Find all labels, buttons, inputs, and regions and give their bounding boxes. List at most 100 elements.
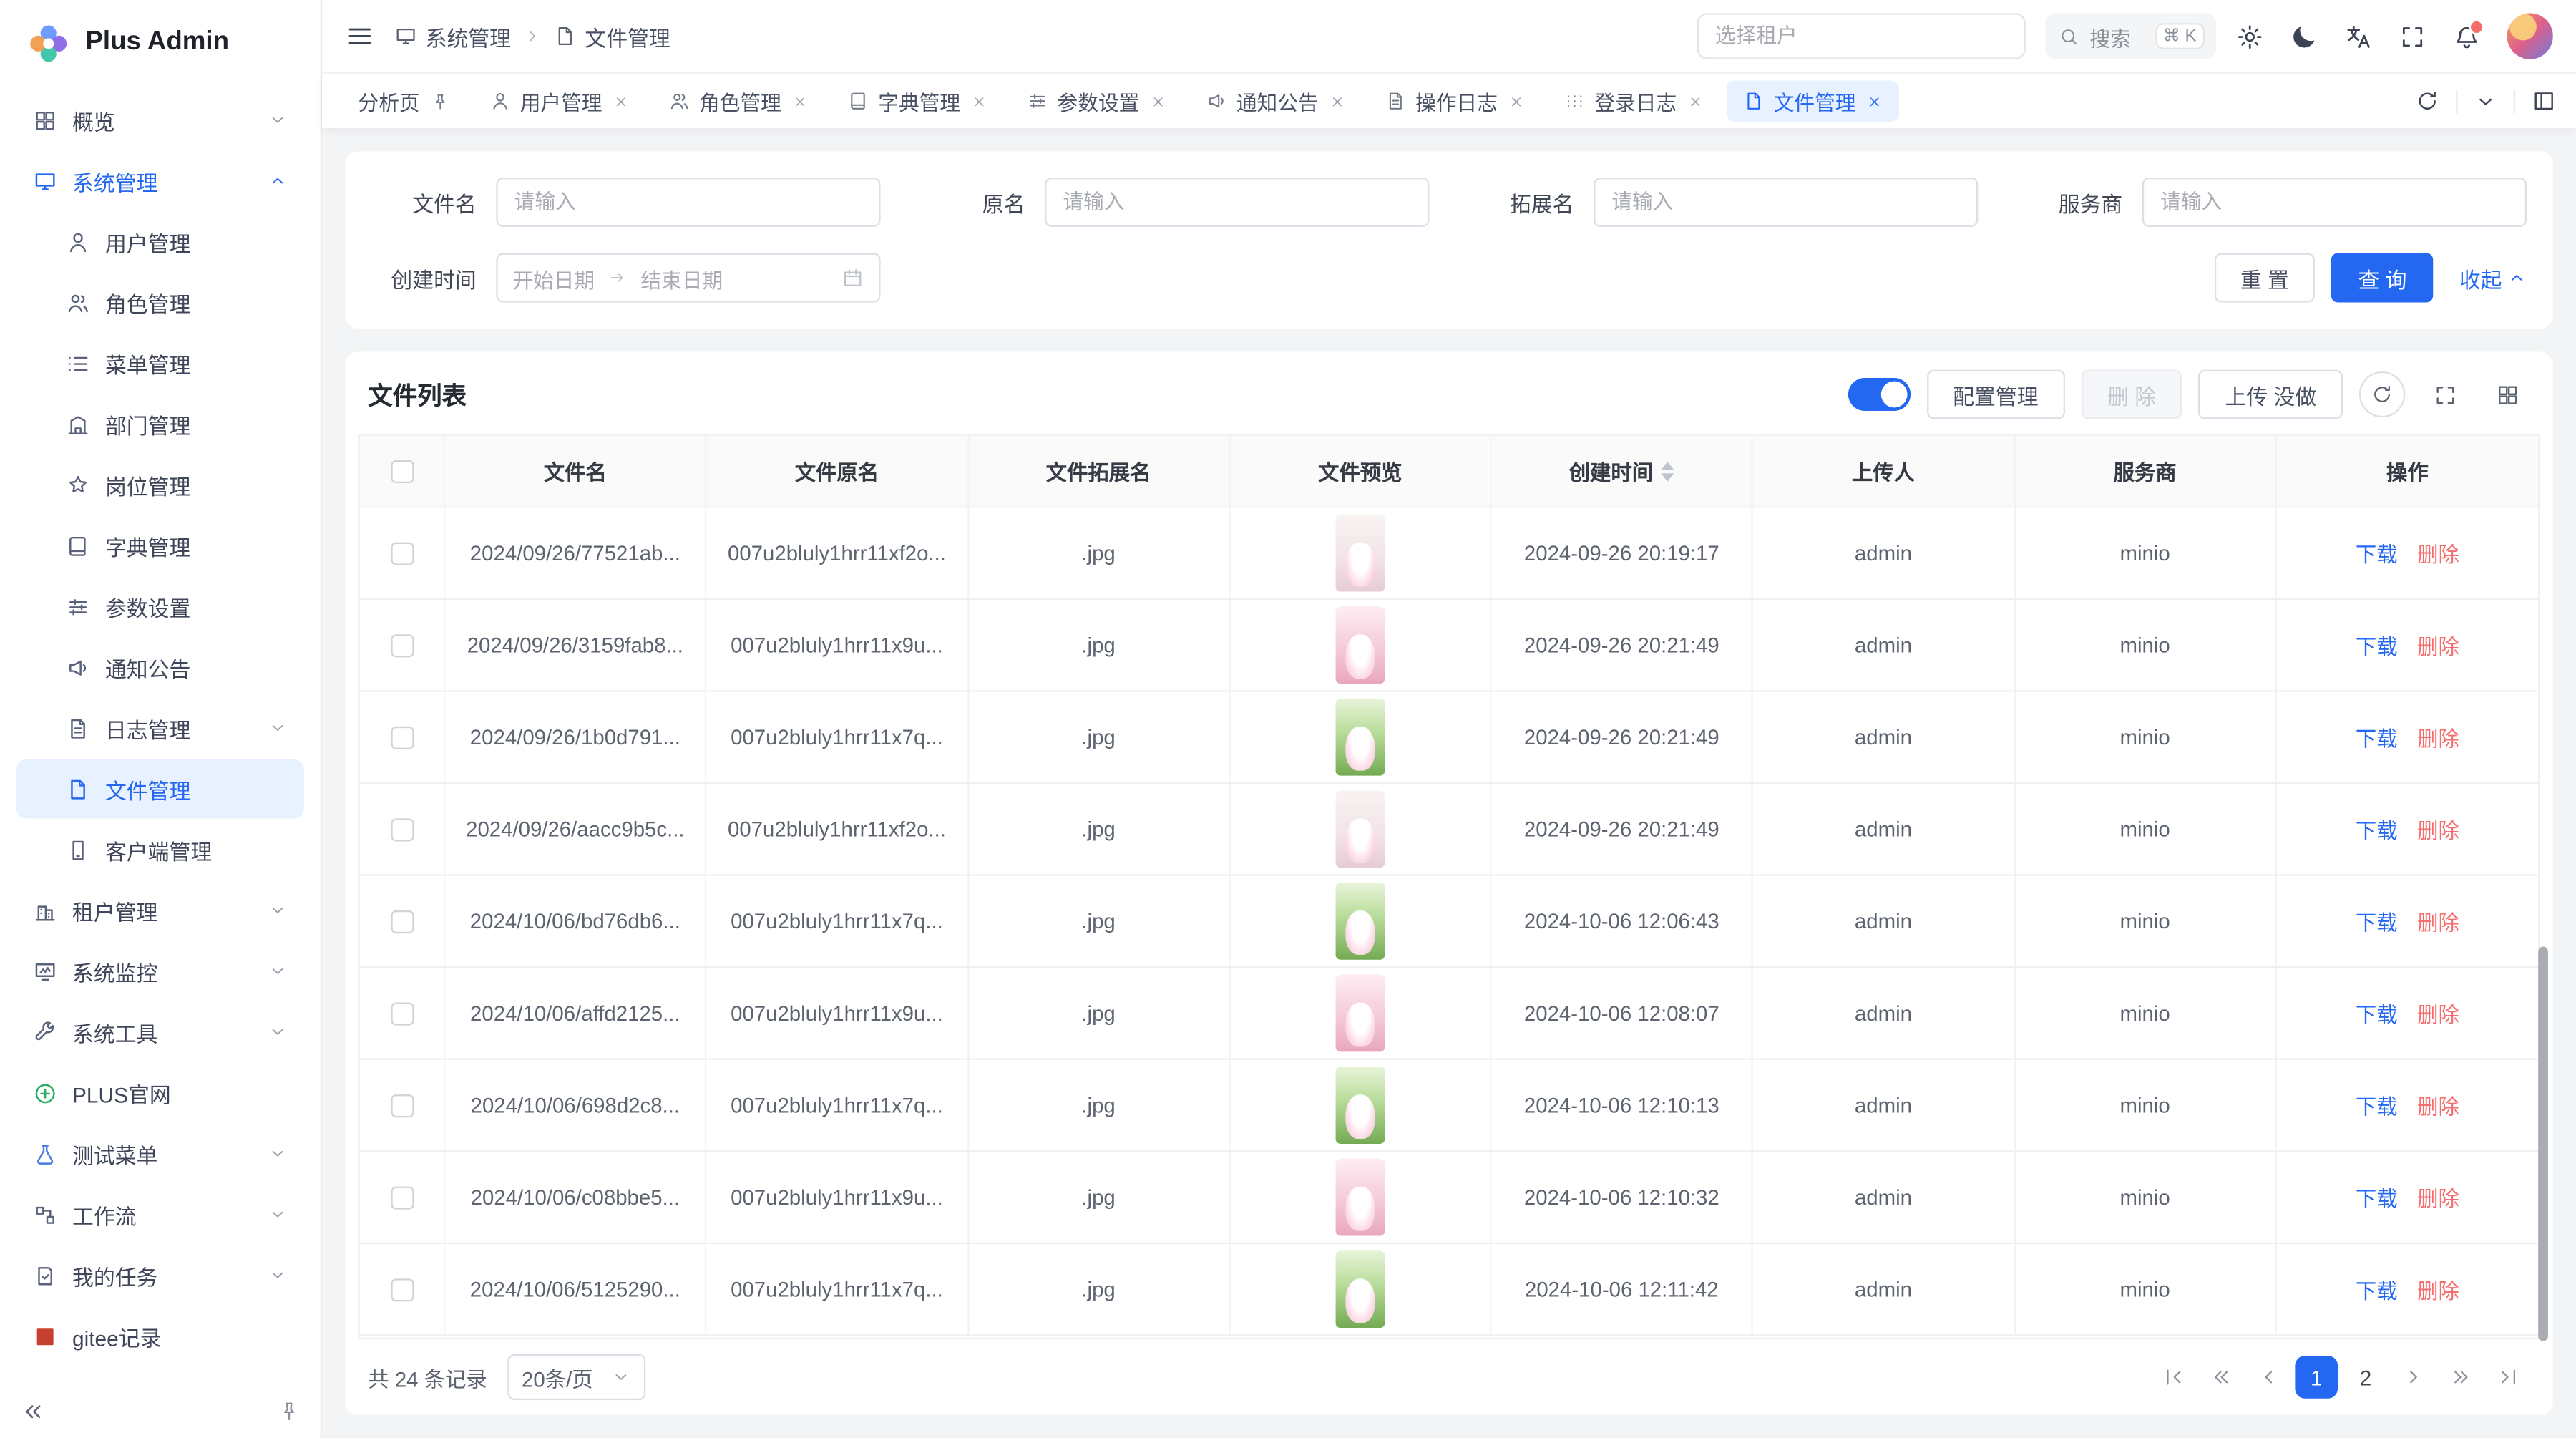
row-checkbox[interactable] [390, 817, 413, 840]
download-link[interactable]: 下载 [2356, 813, 2398, 845]
preview-image[interactable] [1335, 606, 1385, 684]
sidebar-item-tasks[interactable]: 我的任务 [16, 1245, 304, 1305]
fullscreen-icon[interactable] [2399, 22, 2426, 50]
preview-image[interactable] [1335, 790, 1385, 868]
preview-image[interactable] [1335, 1159, 1385, 1236]
tab-menu-icon[interactable] [2474, 89, 2497, 112]
sidebar-item-test[interactable]: 测试菜单 [16, 1124, 304, 1183]
sidebar-item-dicts[interactable]: 字典管理 [16, 516, 304, 575]
refresh-tab-icon[interactable] [2415, 89, 2439, 113]
preview-image[interactable] [1335, 974, 1385, 1051]
close-icon[interactable] [1149, 93, 1166, 110]
tab-roles[interactable]: 角色管理 [651, 80, 824, 121]
table-scrollbar[interactable] [2538, 947, 2548, 1341]
sidebar-item-depts[interactable]: 部门管理 [16, 394, 304, 454]
column-header[interactable]: 文件名 [445, 435, 707, 506]
sidebar-item-overview[interactable]: 概览 [16, 90, 304, 150]
delete-link[interactable]: 删除 [2417, 813, 2459, 845]
tab-analysis[interactable]: 分析页 [342, 80, 466, 121]
tab-users[interactable]: 用户管理 [472, 80, 645, 121]
preview-image[interactable] [1335, 1250, 1385, 1328]
row-checkbox[interactable] [390, 1001, 413, 1024]
fullscreen-list-button[interactable] [2421, 371, 2467, 417]
prev-page-button[interactable] [2248, 1356, 2290, 1399]
columns-button[interactable] [2484, 371, 2529, 417]
user-avatar[interactable] [2507, 13, 2553, 59]
next-page-button[interactable] [2392, 1356, 2435, 1399]
tab-login-logs[interactable]: 登录日志 [1547, 80, 1719, 121]
sidebar-item-gitee[interactable]: gitee记录 [16, 1306, 304, 1366]
tab-dicts[interactable]: 字典管理 [831, 80, 1003, 121]
sidebar-pin-icon[interactable] [278, 1400, 301, 1423]
row-checkbox[interactable] [390, 910, 413, 933]
first-page-button[interactable] [2152, 1356, 2195, 1399]
sidebar-item-files[interactable]: 文件管理 [16, 759, 304, 819]
download-link[interactable]: 下载 [2356, 998, 2398, 1029]
translate-icon[interactable] [2344, 22, 2372, 50]
tab-files[interactable]: 文件管理 [1726, 80, 1898, 121]
close-icon[interactable] [612, 93, 628, 110]
breadcrumb-item-files[interactable]: 文件管理 [554, 21, 670, 52]
sidebar-item-workflow[interactable]: 工作流 [16, 1185, 304, 1244]
sidebar-item-notices[interactable]: 通知公告 [16, 638, 304, 697]
sidebar-collapse-icon[interactable] [20, 1399, 47, 1425]
download-link[interactable]: 下载 [2356, 1273, 2398, 1305]
column-header[interactable]: 上传人 [1753, 435, 2015, 506]
sort-icon[interactable] [1662, 461, 1674, 481]
extension-input[interactable] [1594, 178, 1978, 227]
tenant-select[interactable] [1697, 13, 2026, 59]
sidebar-item-plus-site[interactable]: PLUS官网 [16, 1063, 304, 1122]
close-icon[interactable] [1865, 93, 1882, 110]
delete-link[interactable]: 删除 [2417, 1182, 2459, 1213]
prev-5-pages-button[interactable] [2200, 1356, 2243, 1399]
tab-op-logs[interactable]: 操作日志 [1368, 80, 1541, 121]
provider-input[interactable] [2142, 178, 2527, 227]
delete-button[interactable]: 删 除 [2081, 370, 2182, 419]
sidebar-item-roles[interactable]: 角色管理 [16, 273, 304, 332]
page-button-1[interactable]: 1 [2295, 1356, 2338, 1399]
close-icon[interactable] [1508, 93, 1524, 110]
download-link[interactable]: 下载 [2356, 1089, 2398, 1121]
delete-link[interactable]: 删除 [2417, 722, 2459, 753]
select-all-checkbox[interactable] [390, 460, 413, 482]
delete-link[interactable]: 删除 [2417, 1273, 2459, 1305]
origin-name-input[interactable] [1045, 178, 1429, 227]
notifications-icon[interactable] [2453, 22, 2481, 50]
menu-toggle-icon[interactable] [345, 21, 374, 51]
row-checkbox[interactable] [390, 1094, 413, 1117]
sidebar-item-tenants[interactable]: 租户管理 [16, 881, 304, 941]
file-name-input[interactable] [496, 178, 880, 227]
toggle-switch[interactable] [1848, 378, 1910, 411]
column-header[interactable]: 文件拓展名 [968, 435, 1230, 506]
column-header[interactable]: 文件原名 [707, 435, 969, 506]
row-checkbox[interactable] [390, 1185, 413, 1208]
download-link[interactable]: 下载 [2356, 722, 2398, 753]
collapse-filter-link[interactable]: 收起 [2459, 262, 2527, 293]
reset-button[interactable]: 重 置 [2214, 253, 2315, 303]
column-header[interactable]: 服务商 [2015, 435, 2277, 506]
sidebar-item-logs[interactable]: 日志管理 [16, 699, 304, 758]
sidebar-item-posts[interactable]: 岗位管理 [16, 455, 304, 515]
close-icon[interactable] [970, 93, 987, 110]
delete-link[interactable]: 删除 [2417, 905, 2459, 937]
close-icon[interactable] [1687, 93, 1703, 110]
delete-link[interactable]: 删除 [2417, 538, 2459, 569]
delete-link[interactable]: 删除 [2417, 629, 2459, 661]
preview-image[interactable] [1335, 699, 1385, 776]
config-button[interactable]: 配置管理 [1926, 370, 2064, 419]
breadcrumb-item-system[interactable]: 系统管理 [394, 21, 511, 52]
sidebar-item-clients[interactable]: 客户端管理 [16, 820, 304, 880]
upload-button[interactable]: 上传 没做 [2199, 370, 2343, 419]
close-icon[interactable] [1328, 93, 1345, 110]
last-page-button[interactable] [2487, 1356, 2530, 1399]
layout-icon[interactable] [2532, 89, 2556, 113]
sidebar-item-tools[interactable]: 系统工具 [16, 1002, 304, 1062]
sidebar-item-users[interactable]: 用户管理 [16, 212, 304, 271]
global-search[interactable]: 搜索 ⌘ K [2045, 13, 2216, 59]
tab-params[interactable]: 参数设置 [1010, 80, 1182, 121]
preview-image[interactable] [1335, 515, 1385, 592]
row-checkbox[interactable] [390, 541, 413, 564]
page-button-2[interactable]: 2 [2344, 1356, 2387, 1399]
next-5-pages-button[interactable] [2439, 1356, 2482, 1399]
row-checkbox[interactable] [390, 633, 413, 656]
